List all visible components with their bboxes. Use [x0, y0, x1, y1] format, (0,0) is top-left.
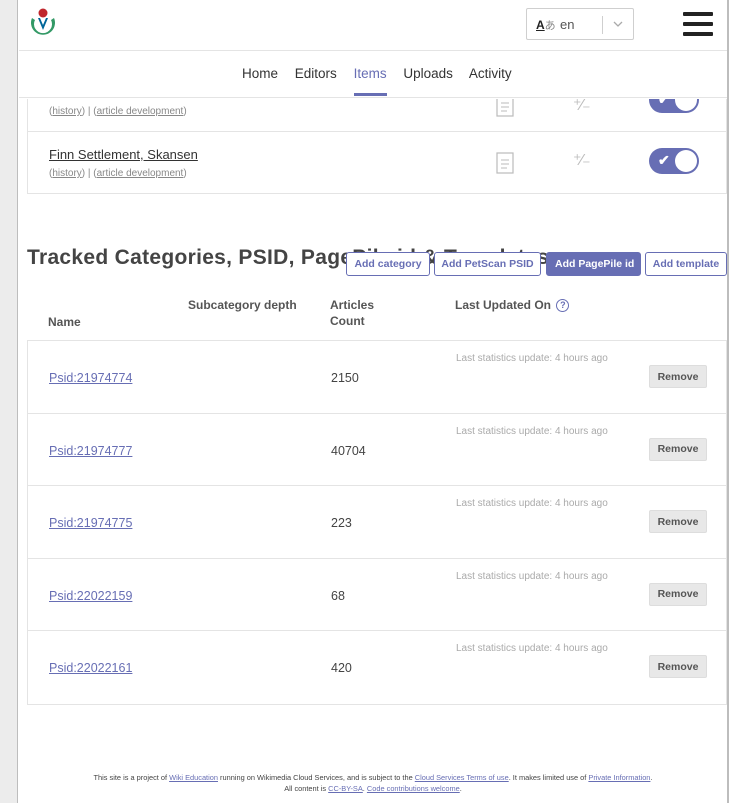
remove-button[interactable]: Remove: [649, 510, 707, 534]
footer-line-1: This site is a project of Wiki Education…: [93, 773, 653, 782]
language-value: en: [560, 17, 575, 32]
history-link[interactable]: history: [52, 168, 81, 179]
tracked-table: Psid:21974774 2150 Last statistics updat…: [27, 340, 727, 705]
nav-home[interactable]: Home: [242, 66, 278, 81]
nav-items[interactable]: Items: [354, 66, 387, 81]
psid-link[interactable]: Psid:21974775: [49, 516, 132, 530]
language-divider: [602, 16, 603, 34]
psid-link[interactable]: Psid:21974774: [49, 371, 132, 385]
language-selector[interactable]: Aあ en: [526, 8, 634, 40]
remove-button[interactable]: Remove: [649, 437, 707, 461]
cloud-terms-link[interactable]: Cloud Services Terms of use: [415, 773, 509, 782]
article-row: Finn Settlement, Skansen (history) | (ar…: [28, 132, 726, 193]
code-contributions-link[interactable]: Code contributions welcome: [367, 784, 460, 793]
add-pagepile-button[interactable]: Add PagePile id: [546, 252, 641, 276]
articles-list: (history) | (article development) ⁺⁄₋ ✔ …: [27, 99, 727, 194]
chevron-down-icon: [613, 21, 623, 27]
wiki-education-link[interactable]: Wiki Education: [169, 773, 218, 782]
last-updated: Last statistics update: 4 hours ago: [456, 498, 608, 510]
psid-link[interactable]: Psid:22022161: [49, 661, 132, 675]
article-title-link[interactable]: Finn Settlement, Skansen: [49, 147, 198, 162]
diff-icon[interactable]: ⁺⁄₋: [573, 99, 591, 115]
wikimedia-logo-icon[interactable]: [29, 8, 57, 36]
article-development-link[interactable]: article development: [97, 168, 184, 179]
help-icon[interactable]: ?: [556, 299, 570, 312]
psid-link[interactable]: Psid:21974777: [49, 444, 132, 458]
top-bar: Aあ en: [19, 0, 727, 50]
last-updated: Last statistics update: 4 hours ago: [456, 353, 608, 364]
document-icon[interactable]: [496, 152, 514, 174]
article-links: (history) | (article development): [49, 168, 187, 179]
last-updated: Last statistics update: 4 hours ago: [456, 570, 608, 582]
document-icon[interactable]: [496, 99, 514, 117]
add-template-button[interactable]: Add template: [645, 252, 727, 276]
diff-icon[interactable]: ⁺⁄₋: [573, 150, 591, 170]
column-subcategory-depth: Subcategory depth: [188, 298, 297, 312]
table-row: Psid:21974777 40704 Last statistics upda…: [28, 414, 726, 487]
table-row: Psid:22022161 420 Last statistics update…: [28, 631, 726, 704]
footer-line-2: All content is CC-BY-SA. Code contributi…: [284, 784, 462, 793]
private-info-link[interactable]: Private Information: [588, 773, 650, 782]
add-category-button[interactable]: Add category: [346, 252, 430, 276]
history-link[interactable]: history: [52, 106, 81, 117]
license-link[interactable]: CC-BY-SA: [328, 784, 363, 793]
nav-editors[interactable]: Editors: [295, 66, 337, 81]
articles-count: 420: [331, 661, 352, 676]
table-row: Psid:22022159 68 Last statistics update:…: [28, 559, 726, 632]
add-psid-button[interactable]: Add PetScan PSID: [434, 252, 541, 276]
article-development-link[interactable]: article development: [97, 106, 184, 117]
table-row: Psid:21974774 2150 Last statistics updat…: [28, 341, 726, 414]
column-name: Name: [48, 315, 81, 329]
article-links: (history) | (article development): [49, 106, 187, 117]
articles-count: 2150: [331, 371, 359, 385]
psid-link[interactable]: Psid:22022159: [49, 589, 132, 603]
menu-icon[interactable]: [683, 12, 713, 36]
table-row: Psid:21974775 223 Last statistics update…: [28, 486, 726, 559]
remove-button[interactable]: Remove: [649, 365, 707, 388]
last-updated: Last statistics update: 4 hours ago: [456, 643, 608, 655]
footer: This site is a project of Wiki Education…: [19, 772, 727, 794]
remove-button[interactable]: Remove: [649, 582, 707, 606]
articles-count: 68: [331, 588, 345, 603]
last-updated: Last statistics update: 4 hours ago: [456, 425, 608, 437]
remove-button[interactable]: Remove: [649, 655, 707, 679]
browser-frame-left: [0, 0, 18, 803]
article-toggle[interactable]: ✔: [649, 148, 699, 174]
article-row: (history) | (article development) ⁺⁄₋ ✔: [28, 99, 726, 132]
article-toggle[interactable]: ✔: [649, 99, 699, 113]
articles-count: 223: [331, 516, 352, 531]
column-articles-count: Articles Count: [330, 298, 375, 328]
nav-uploads[interactable]: Uploads: [403, 66, 453, 81]
articles-count: 40704: [331, 443, 366, 458]
translate-icon: Aあ: [536, 18, 556, 32]
nav-activity[interactable]: Activity: [469, 66, 512, 81]
column-last-updated: Last Updated On ?: [455, 297, 570, 313]
main-nav: Home Editors Items Uploads Activity: [19, 50, 727, 98]
